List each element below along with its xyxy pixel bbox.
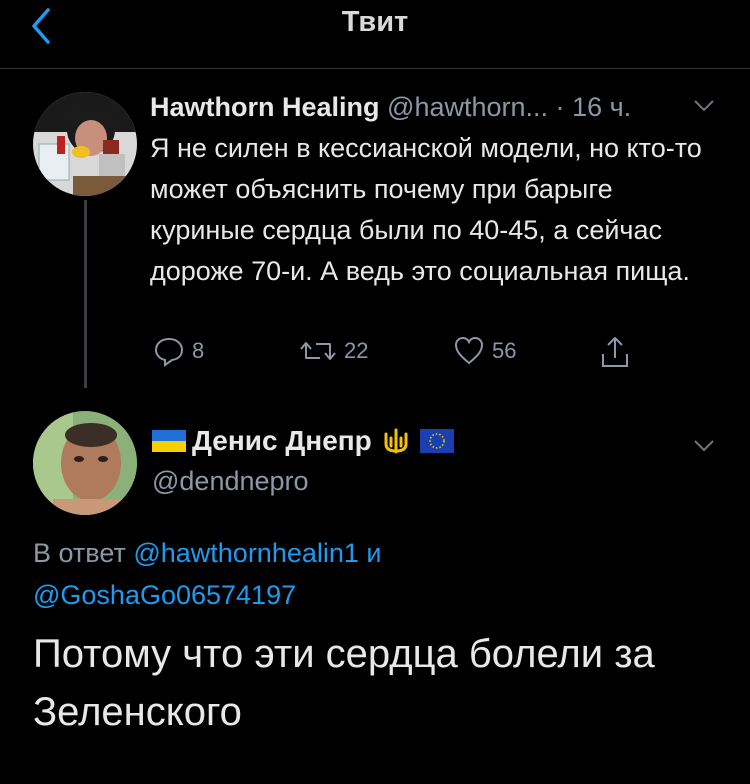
- replying-to: В ответ @hawthornhealin1 и @GoshaGo06574…: [33, 532, 723, 616]
- tweet-menu-button[interactable]: [690, 436, 718, 456]
- tweet-text: Я не силен в кессианской модели, но кто-…: [150, 133, 702, 286]
- mention-link[interactable]: @GoshaGo06574197: [33, 580, 296, 610]
- mention-link[interactable]: @hawthornhealin1: [133, 538, 359, 568]
- reply-count: 8: [192, 338, 205, 363]
- retweet-icon: [300, 342, 336, 360]
- reply-author-row: Денис Днепр: [152, 424, 454, 458]
- avatar-image: [33, 92, 137, 196]
- page-title: Твит: [341, 6, 409, 38]
- caret-down-icon: [694, 100, 714, 112]
- retweet-button[interactable]: 22: [298, 334, 368, 368]
- tweet-header: Hawthorn Healing @hawthorn... · 16 ч.: [150, 92, 631, 123]
- thread-line: [84, 200, 87, 388]
- like-button[interactable]: 56: [452, 334, 516, 368]
- author-handle[interactable]: @hawthorn...: [387, 92, 548, 122]
- reply-button[interactable]: 8: [152, 334, 204, 368]
- share-button[interactable]: [598, 334, 632, 370]
- share-icon: [602, 337, 628, 367]
- like-count: 56: [492, 338, 517, 363]
- separator-dot: ·: [555, 92, 565, 122]
- reply-author-handle[interactable]: @dendnepro: [152, 466, 309, 497]
- author-name[interactable]: Hawthorn Healing: [150, 92, 380, 122]
- retweet-count: 22: [344, 338, 369, 363]
- ukraine-flag-icon: [152, 430, 186, 452]
- tweet-menu-button[interactable]: [690, 96, 718, 116]
- like-icon: [454, 336, 484, 365]
- tweet-actions: 8 22 56: [150, 334, 670, 374]
- avatar-image: [33, 411, 137, 515]
- reply-text: Потому что эти сердца болели за Зеленско…: [33, 632, 655, 734]
- caret-down-icon: [694, 440, 714, 452]
- trident-icon: [378, 425, 413, 457]
- tweet-time: 16 ч.: [572, 92, 632, 122]
- mention-conjunction: и: [366, 538, 382, 568]
- avatar[interactable]: [33, 92, 137, 196]
- replying-prefix: В ответ: [33, 538, 126, 568]
- top-bar: Твит: [0, 0, 750, 69]
- eu-flag-icon: [419, 429, 454, 453]
- avatar[interactable]: [33, 411, 137, 515]
- reply-icon: [154, 337, 184, 367]
- reply-author-name[interactable]: Денис Днепр: [192, 425, 372, 457]
